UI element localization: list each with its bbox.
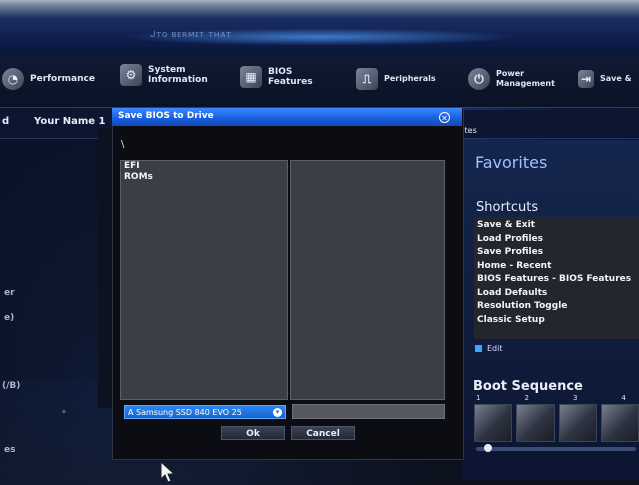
menu-save-exit[interactable]: ⇥ Save & <box>578 70 632 88</box>
directory-item[interactable]: EFI <box>121 161 287 172</box>
directory-list-pane[interactable]: EFI ROMs <box>120 160 288 400</box>
boot-device-slot[interactable] <box>600 404 639 442</box>
menu-save-label: Save & <box>600 74 632 83</box>
shortcut-item[interactable]: Resolution Toggle <box>477 300 636 314</box>
left-ghost-label: er <box>4 288 15 298</box>
shortcuts-title: Shortcuts <box>476 200 539 215</box>
drive-select-value: A Samsung SSD 840 EVO 25 <box>128 407 242 417</box>
chevron-down-icon: ▾ <box>273 407 282 417</box>
shortcut-list: Save & Exit Load Profiles Save Profiles … <box>474 217 639 339</box>
menu-system-label-line2: Information <box>148 75 208 85</box>
shortcut-item[interactable]: Home - Recent <box>477 260 636 274</box>
boot-device-slot[interactable] <box>558 404 597 442</box>
favorites-title: Favorites <box>475 153 548 172</box>
menu-bios-features-label: BIOS Features <box>268 67 313 87</box>
power-icon: ⏻ <box>468 68 490 90</box>
menu-performance-label: Performance <box>30 74 95 84</box>
menu-peripherals[interactable]: ⎍ Peripherals <box>356 68 436 90</box>
edit-icon <box>475 345 482 352</box>
gear-icon: ⚙ <box>120 64 142 86</box>
boot-sequence-title: Boot Sequence <box>473 379 583 394</box>
shortcut-item[interactable]: Load Profiles <box>477 233 636 247</box>
bios-features-icon: ▦ <box>240 66 262 88</box>
shortcut-item[interactable]: Classic Setup <box>477 314 636 328</box>
profile-left-fragment: d <box>2 116 10 127</box>
menu-power-label-line2: Management <box>496 79 555 88</box>
menu-system-label-line1: System <box>148 65 186 75</box>
shortcut-item[interactable]: Save & Exit <box>477 219 636 233</box>
boot-slots <box>474 404 639 442</box>
performance-icon: ◔ <box>2 68 24 90</box>
edit-shortcuts-button[interactable]: Edit <box>475 344 503 353</box>
boot-slot-numbers: 1 2 3 4 <box>476 394 626 402</box>
file-list-pane[interactable] <box>290 160 445 400</box>
dialog-title: Save BIOS to Drive <box>118 111 214 121</box>
menu-power-label: Power Management <box>496 69 555 89</box>
left-ghost-label: e) <box>4 313 15 323</box>
menu-bios-label-line2: Features <box>268 77 313 87</box>
ok-button[interactable]: Ok <box>221 426 285 440</box>
drive-select[interactable]: A Samsung SSD 840 EVO 25 ▾ <box>124 405 286 419</box>
menu-system-information-label: System Information <box>148 65 208 85</box>
menu-performance[interactable]: ◔ Performance <box>2 68 95 90</box>
background-title: ᒍᴛᴏ ʙᴇʀᴍɪᴛ ᴛʜᴀᴛ <box>150 30 232 40</box>
menu-peripherals-label: Peripherals <box>384 74 436 83</box>
boot-sequence-scrollbar[interactable] <box>476 447 636 451</box>
left-ghost-label: es <box>4 445 16 455</box>
boot-slot-number: 3 <box>573 394 578 402</box>
filename-input[interactable] <box>292 404 445 419</box>
boot-device-slot[interactable] <box>474 404 513 442</box>
boot-slot-number: 1 <box>476 394 481 402</box>
profile-name[interactable]: Your Name 1 <box>34 116 105 127</box>
current-path: \ <box>121 139 125 150</box>
shortcut-item[interactable]: Load Defaults <box>477 287 636 301</box>
menu-power-management[interactable]: ⏻ Power Management <box>468 68 555 90</box>
cancel-button[interactable]: Cancel <box>291 426 355 440</box>
boot-sequence-scroll-thumb[interactable] <box>484 444 492 452</box>
left-ghost-label: (/B) <box>2 381 21 391</box>
shortcut-item[interactable]: BIOS Features - BIOS Features <box>477 273 636 287</box>
peripherals-icon: ⎍ <box>356 68 378 90</box>
boot-device-slot[interactable] <box>516 404 555 442</box>
menu-bios-features[interactable]: ▦ BIOS Features <box>240 66 313 88</box>
edit-label: Edit <box>487 344 503 353</box>
menu-system-information[interactable]: ⚙ System Information <box>120 64 208 86</box>
shortcut-item[interactable]: Save Profiles <box>477 246 636 260</box>
boot-slot-number: 4 <box>621 394 626 402</box>
save-exit-icon: ⇥ <box>578 70 594 88</box>
boot-slot-number: 2 <box>524 394 529 402</box>
dialog-close-icon[interactable]: ✕ <box>439 112 450 123</box>
menu-bios-label-line1: BIOS <box>268 67 293 77</box>
directory-item[interactable]: ROMs <box>121 172 287 183</box>
menu-power-label-line1: Power <box>496 69 525 78</box>
mouse-pointer-icon <box>160 461 176 483</box>
